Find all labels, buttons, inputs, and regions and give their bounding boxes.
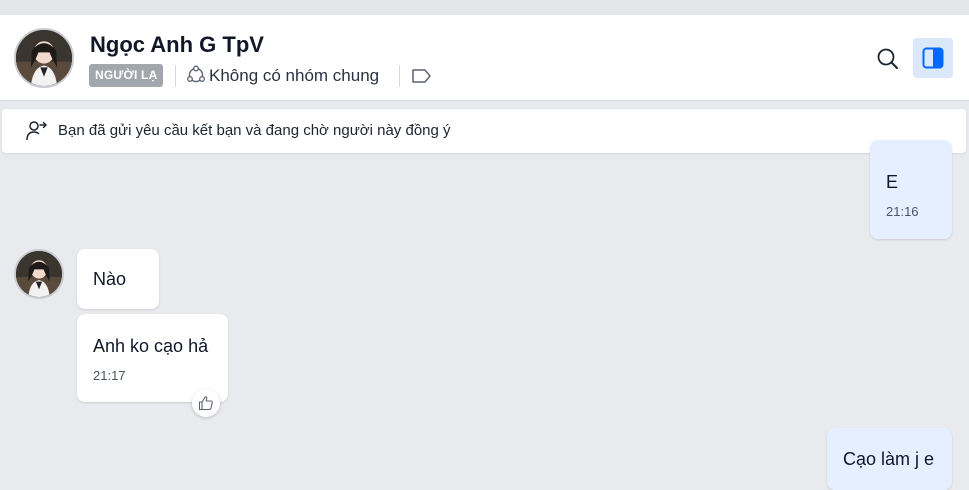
message-text: Anh ko cạo hả <box>93 336 209 356</box>
sender-avatar[interactable] <box>14 249 64 299</box>
tag-icon[interactable] <box>411 68 432 84</box>
contact-avatar[interactable] <box>14 28 74 88</box>
common-groups-status[interactable]: Không có nhóm chung <box>209 65 379 87</box>
user-add-icon <box>26 121 47 141</box>
sidebar-toggle-icon <box>922 47 944 69</box>
window-top-strip <box>0 0 969 15</box>
message-text: Nào <box>93 269 127 289</box>
message-bubble-outgoing[interactable]: Cạo làm j e <box>827 428 952 490</box>
message-bubble-incoming[interactable]: Nào <box>77 249 159 309</box>
search-icon <box>877 48 898 69</box>
message-text: Cạo làm j e <box>843 449 935 469</box>
message-text: E <box>886 172 899 192</box>
chat-header: Ngọc Anh G TpV NGƯỜI LẠ Không có nhóm ch… <box>0 15 969 101</box>
contact-name[interactable]: Ngọc Anh G TpV <box>90 32 264 58</box>
conversation-info-toggle[interactable] <box>913 38 953 78</box>
group-icon[interactable] <box>186 65 206 85</box>
divider <box>399 65 400 87</box>
message-time: 21:16 <box>886 204 919 219</box>
message-time: 21:17 <box>93 368 126 383</box>
message-bubble-outgoing[interactable]: E 21:16 <box>870 140 952 239</box>
friend-request-text: Bạn đã gửi yêu cầu kết bạn và đang chờ n… <box>58 122 451 139</box>
divider <box>175 65 176 87</box>
friend-request-banner: Bạn đã gửi yêu cầu kết bạn và đang chờ n… <box>2 109 966 153</box>
search-button[interactable] <box>873 44 903 74</box>
react-like-button[interactable] <box>192 389 220 417</box>
thumbs-up-icon <box>198 396 213 411</box>
stranger-badge: NGƯỜI LẠ <box>89 64 164 87</box>
